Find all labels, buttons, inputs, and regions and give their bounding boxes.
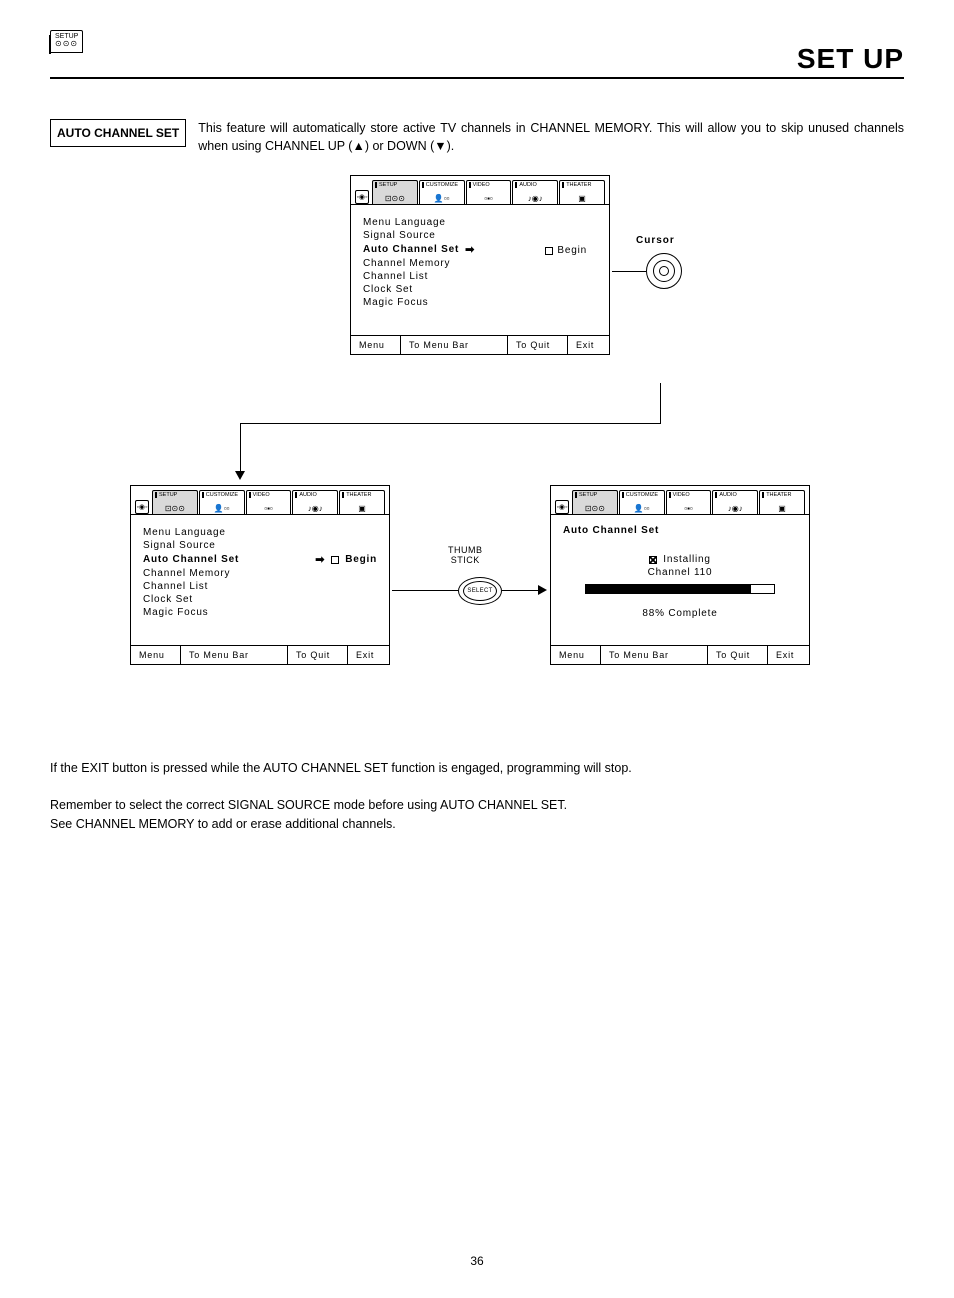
thumbstick-label: THUMB STICK <box>448 545 483 565</box>
progress-bar <box>585 584 775 594</box>
tabs-a: ◦◉◦ SETUP⊡⊙⊙ CUSTOMIZE👤▫▫ VIDEO▫▪▫ AUDIO… <box>351 176 609 205</box>
menu-item[interactable]: Signal Source <box>143 540 377 551</box>
panel-body-c: Auto Channel Set Installing Channel 110 … <box>551 515 809 645</box>
tab-customize[interactable]: CUSTOMIZE👤▫▫ <box>419 180 465 204</box>
footer-menubar: To Menu Bar <box>401 336 507 354</box>
tab-video[interactable]: VIDEO▫▪▫ <box>666 490 712 514</box>
tabs-b: ◦◉◦ SETUP⊡⊙⊙ CUSTOMIZE👤▫▫ VIDEO▫▪▫ AUDIO… <box>131 486 389 515</box>
note-1: If the EXIT button is pressed while the … <box>50 759 904 778</box>
installing-label: Installing <box>663 554 710 565</box>
menu-item[interactable]: Clock Set <box>143 594 377 605</box>
panel-footer: Menu To Menu Bar To Quit Exit <box>551 645 809 664</box>
tab-setup[interactable]: SETUP⊡⊙⊙ <box>372 180 418 204</box>
knob-icon: ◦◉◦ <box>135 500 149 514</box>
section-intro: This feature will automatically store ac… <box>198 119 904 155</box>
footer-toquit: To Quit <box>287 646 347 664</box>
section-label: AUTO CHANNEL SET <box>50 119 186 147</box>
cursor-icon <box>646 253 682 289</box>
setup-badge: SETUP ⊙⊙⊙ <box>50 30 83 53</box>
page-number: 36 <box>50 1254 904 1268</box>
tab-audio[interactable]: AUDIO♪◉♪ <box>512 180 558 204</box>
menu-panel-c: ◦◉◦ SETUP⊡⊙⊙ CUSTOMIZE👤▫▫ VIDEO▫▪▫ AUDIO… <box>550 485 810 665</box>
menu-item[interactable]: Clock Set <box>363 284 597 295</box>
menu-item-selected[interactable]: Auto Channel Set ➡ Begin <box>143 553 377 566</box>
setup-badge-dots: ⊙⊙⊙ <box>55 40 78 48</box>
footer-menu[interactable]: Menu <box>131 646 181 664</box>
diagram: ◦◉◦ SETUP⊡⊙⊙ CUSTOMIZE👤▫▫ VIDEO▫▪▫ AUDIO… <box>50 175 904 735</box>
arrow-down-icon <box>235 471 245 480</box>
tab-customize[interactable]: CUSTOMIZE👤▫▫ <box>619 490 665 514</box>
tab-customize[interactable]: CUSTOMIZE👤▫▫ <box>199 490 245 514</box>
menu-item[interactable]: Menu Language <box>363 217 597 228</box>
checkbox-icon <box>545 247 553 255</box>
checkbox-icon <box>331 556 339 564</box>
footer-menu[interactable]: Menu <box>351 336 401 354</box>
arrow-right-icon <box>538 585 547 595</box>
tab-theater[interactable]: THEATER▣ <box>759 490 805 514</box>
menu-item[interactable]: Channel Memory <box>143 568 377 579</box>
menu-panel-a: ◦◉◦ SETUP⊡⊙⊙ CUSTOMIZE👤▫▫ VIDEO▫▪▫ AUDIO… <box>350 175 610 355</box>
panel-body-b: Menu Language Signal Source Auto Channel… <box>131 515 389 645</box>
percent-label: 88% Complete <box>563 608 797 619</box>
menu-item[interactable]: Signal Source <box>363 230 597 241</box>
panel-footer: Menu To Menu Bar To Quit Exit <box>131 645 389 664</box>
footer-menubar: To Menu Bar <box>601 646 707 664</box>
begin-indicator: Begin <box>545 245 587 256</box>
tab-audio[interactable]: AUDIO♪◉♪ <box>712 490 758 514</box>
arrow-right-icon: ➡ <box>315 553 325 566</box>
footer-exit[interactable]: Exit <box>567 336 609 354</box>
tab-setup[interactable]: SETUP⊡⊙⊙ <box>152 490 198 514</box>
footer-toquit: To Quit <box>707 646 767 664</box>
footer-exit[interactable]: Exit <box>347 646 389 664</box>
tab-video[interactable]: VIDEO▫▪▫ <box>246 490 292 514</box>
tab-video[interactable]: VIDEO▫▪▫ <box>466 180 512 204</box>
arrow-right-icon: ➡ <box>465 243 475 256</box>
tabs-c: ◦◉◦ SETUP⊡⊙⊙ CUSTOMIZE👤▫▫ VIDEO▫▪▫ AUDIO… <box>551 486 809 515</box>
knob-icon: ◦◉◦ <box>355 190 369 204</box>
menu-item[interactable]: Magic Focus <box>143 607 377 618</box>
page-title: SET UP <box>50 43 904 79</box>
footer-menu[interactable]: Menu <box>551 646 601 664</box>
tab-theater[interactable]: THEATER▣ <box>559 180 605 204</box>
footer-exit[interactable]: Exit <box>767 646 809 664</box>
menu-item[interactable]: Channel Memory <box>363 258 597 269</box>
tab-theater[interactable]: THEATER▣ <box>339 490 385 514</box>
panel-body-a: Menu Language Signal Source Auto Channel… <box>351 205 609 335</box>
menu-item[interactable]: Menu Language <box>143 527 377 538</box>
menu-item[interactable]: Channel List <box>143 581 377 592</box>
note-3: See CHANNEL MEMORY to add or erase addit… <box>50 815 904 834</box>
menu-item[interactable]: Channel List <box>363 271 597 282</box>
knob-icon: ◦◉◦ <box>555 500 569 514</box>
cursor-label: Cursor <box>636 235 675 246</box>
menu-item[interactable]: Magic Focus <box>363 297 597 308</box>
menu-panel-b: ◦◉◦ SETUP⊡⊙⊙ CUSTOMIZE👤▫▫ VIDEO▫▪▫ AUDIO… <box>130 485 390 665</box>
tab-setup[interactable]: SETUP⊡⊙⊙ <box>572 490 618 514</box>
panel-footer: Menu To Menu Bar To Quit Exit <box>351 335 609 354</box>
footer-menubar: To Menu Bar <box>181 646 287 664</box>
channel-label: Channel 110 <box>563 567 797 578</box>
note-2: Remember to select the correct SIGNAL SO… <box>50 796 904 815</box>
progress-fill <box>586 585 751 593</box>
progress-title: Auto Channel Set <box>563 525 797 536</box>
footer-toquit: To Quit <box>507 336 567 354</box>
checkbox-checked-icon <box>649 556 657 564</box>
tab-audio[interactable]: AUDIO♪◉♪ <box>292 490 338 514</box>
